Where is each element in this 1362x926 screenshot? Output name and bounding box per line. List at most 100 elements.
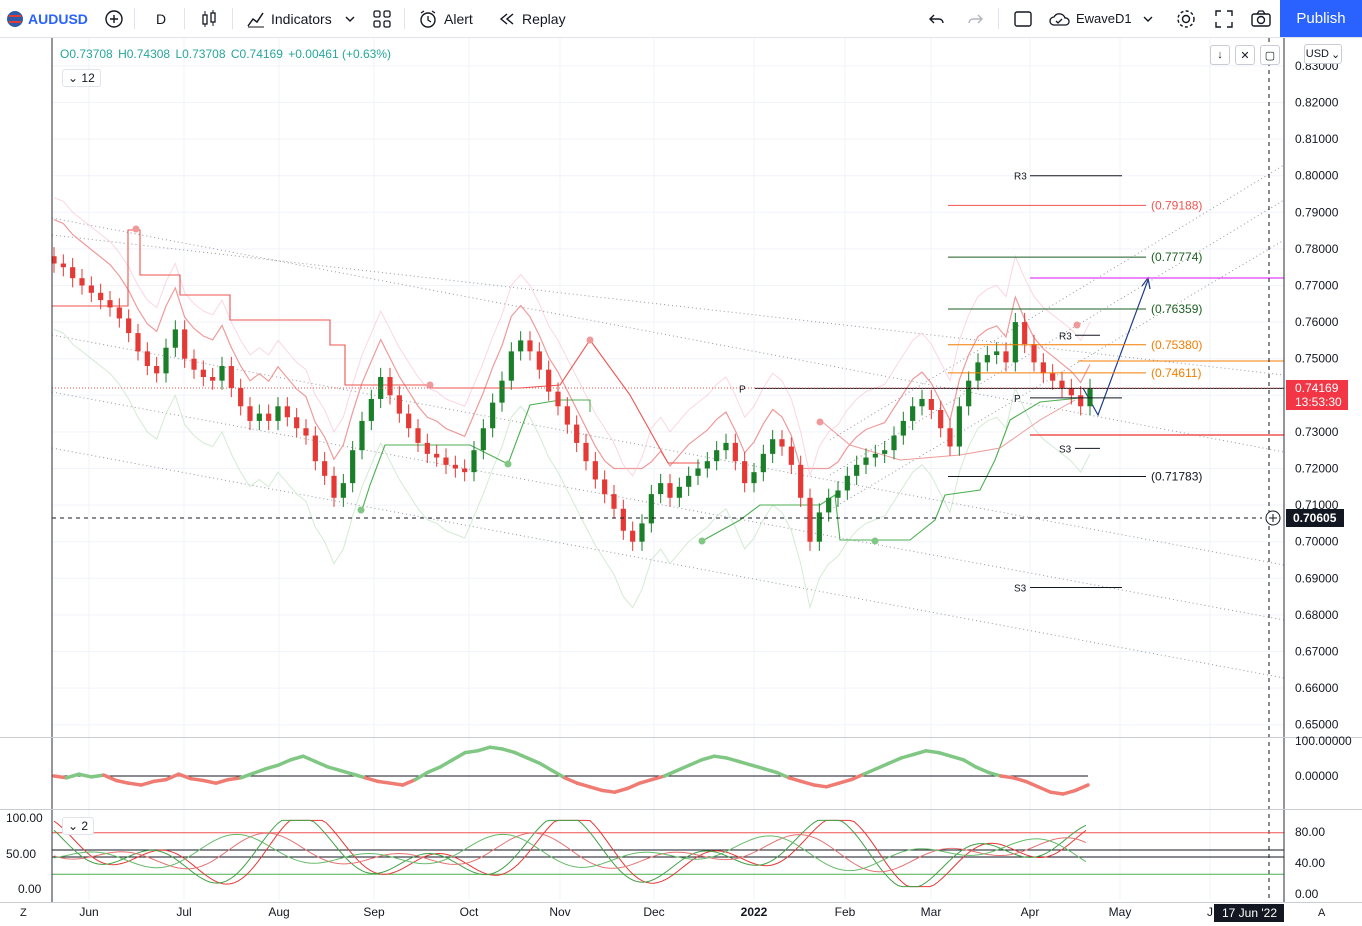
oscillator-segment <box>52 774 69 780</box>
candle-body <box>98 292 104 301</box>
candle-body <box>480 428 486 451</box>
chevron-down-icon: ⌄ <box>68 819 79 833</box>
candle-body <box>1078 395 1084 407</box>
candle-body <box>639 523 645 542</box>
candle-body <box>238 387 244 407</box>
indicators-collapse-button[interactable]: ⌄ 12 <box>62 69 101 87</box>
candle-body <box>807 497 813 542</box>
price-tick-label: 0.75000 <box>1295 352 1339 366</box>
pane-close-button[interactable]: ✕ <box>1235 45 1255 65</box>
oscillator-segment <box>201 778 218 785</box>
candle-body <box>751 472 757 484</box>
candle-body <box>975 362 981 381</box>
candle-body <box>630 530 636 542</box>
candle-body <box>312 435 318 462</box>
pane-maximize-button[interactable]: ▢ <box>1260 45 1280 65</box>
oscillator-segment <box>662 768 679 778</box>
oscillator-segment <box>924 749 941 755</box>
chart-canvas[interactable]: (0.79188) (0.77774) (0.76359) (0.75380) (0.7… <box>0 0 1362 926</box>
pitchfork-line <box>829 199 1285 476</box>
oscillator-segment <box>276 758 293 767</box>
currency-select[interactable]: USD ⌄ <box>1304 44 1342 64</box>
time-tick-label: Jun <box>79 905 98 919</box>
oscillator-segment <box>301 754 318 764</box>
oscillator-segment <box>762 767 779 775</box>
price-tick-label: 0.67000 <box>1295 645 1339 659</box>
time-tick-label: Jul <box>176 905 191 919</box>
high-value: H0.74308 <box>118 47 171 61</box>
candle-body <box>368 398 374 421</box>
oscillator-segment <box>538 761 555 773</box>
oscillator-segment <box>899 752 916 760</box>
candle-body <box>602 479 608 495</box>
candle-body <box>872 453 878 458</box>
pivot-label: R3 <box>1059 331 1072 342</box>
oscillator-segment <box>1011 776 1028 784</box>
pane-down-button[interactable]: ↓ <box>1210 45 1230 65</box>
time-tick-label: Oct <box>460 905 479 919</box>
stoch-count: 2 <box>81 819 89 833</box>
ohlc-legend: O0.73708 H0.74308 L0.73708 C0.74169 +0.0… <box>60 47 393 61</box>
oscillator-segment <box>687 758 704 767</box>
oscillator-segment <box>388 781 405 787</box>
candle-body <box>882 450 888 454</box>
stoch-right-tick: 0.00 <box>1295 887 1319 901</box>
regression-channel-line <box>51 334 1285 566</box>
price-tick-label: 0.69000 <box>1295 571 1339 585</box>
oscillator-segment <box>226 776 243 782</box>
oscillator-segment <box>550 768 567 780</box>
candle-body <box>844 475 850 491</box>
time-tick-label: Nov <box>549 905 570 919</box>
oscillator-segment <box>563 776 579 785</box>
close-value: C0.74169 <box>230 47 283 61</box>
chevron-down-icon: ⌄ <box>68 71 79 85</box>
regression-channel-line <box>51 391 1285 621</box>
pitchfork-line <box>829 239 1285 511</box>
oscillator-segment <box>1073 783 1090 793</box>
price-tick-label: 0.77000 <box>1295 279 1339 293</box>
oscillator-segment <box>625 781 642 791</box>
price-tick-label: 0.81000 <box>1295 132 1339 146</box>
signal-dot <box>426 381 434 389</box>
candle-body <box>499 380 505 403</box>
price-tick-label: 0.72000 <box>1295 462 1339 476</box>
oscillator-segment <box>837 777 854 785</box>
price-tick-label: 0.76000 <box>1295 315 1339 329</box>
arrow-down-icon: ↓ <box>1217 49 1223 61</box>
oscillator-segment <box>812 783 829 789</box>
oscillator-segment <box>264 763 280 771</box>
candle-body <box>144 351 150 367</box>
oscillator-segment <box>313 759 330 769</box>
candle-body <box>88 285 94 293</box>
pitchfork-line <box>829 164 1285 441</box>
candle-body <box>760 453 766 473</box>
oscillator-segment <box>89 773 106 779</box>
oscillator-segment <box>363 776 380 784</box>
candle-body <box>1068 387 1074 396</box>
oscillator-segment <box>787 776 804 784</box>
osc-tick-label: 100.00000 <box>1295 734 1352 748</box>
candle-body <box>1012 322 1018 363</box>
regression-channel-line <box>51 447 1285 679</box>
oscillator-segment <box>612 786 629 794</box>
oscillator-segment <box>126 781 143 787</box>
candle-body <box>779 439 785 447</box>
candle-body <box>648 494 654 524</box>
candle-body <box>191 358 197 370</box>
candle-body <box>424 442 430 454</box>
fib-level-label: (0.77774) <box>1151 250 1202 264</box>
oscillator-segment <box>214 777 231 785</box>
candle-body <box>60 263 66 268</box>
drawings <box>51 164 1285 679</box>
candle-body <box>359 420 365 451</box>
candle-body <box>826 497 832 513</box>
projection-path <box>1082 279 1149 417</box>
price-tick-label: 0.66000 <box>1295 681 1339 695</box>
grid-lines <box>52 38 1284 900</box>
candle-body <box>611 494 617 509</box>
stoch-collapse-button[interactable]: ⌄ 2 <box>62 817 95 835</box>
candle-body <box>275 406 281 421</box>
candle-body <box>788 446 794 465</box>
oscillator-segment <box>600 788 617 794</box>
price-tick-label: 0.73000 <box>1295 425 1339 439</box>
